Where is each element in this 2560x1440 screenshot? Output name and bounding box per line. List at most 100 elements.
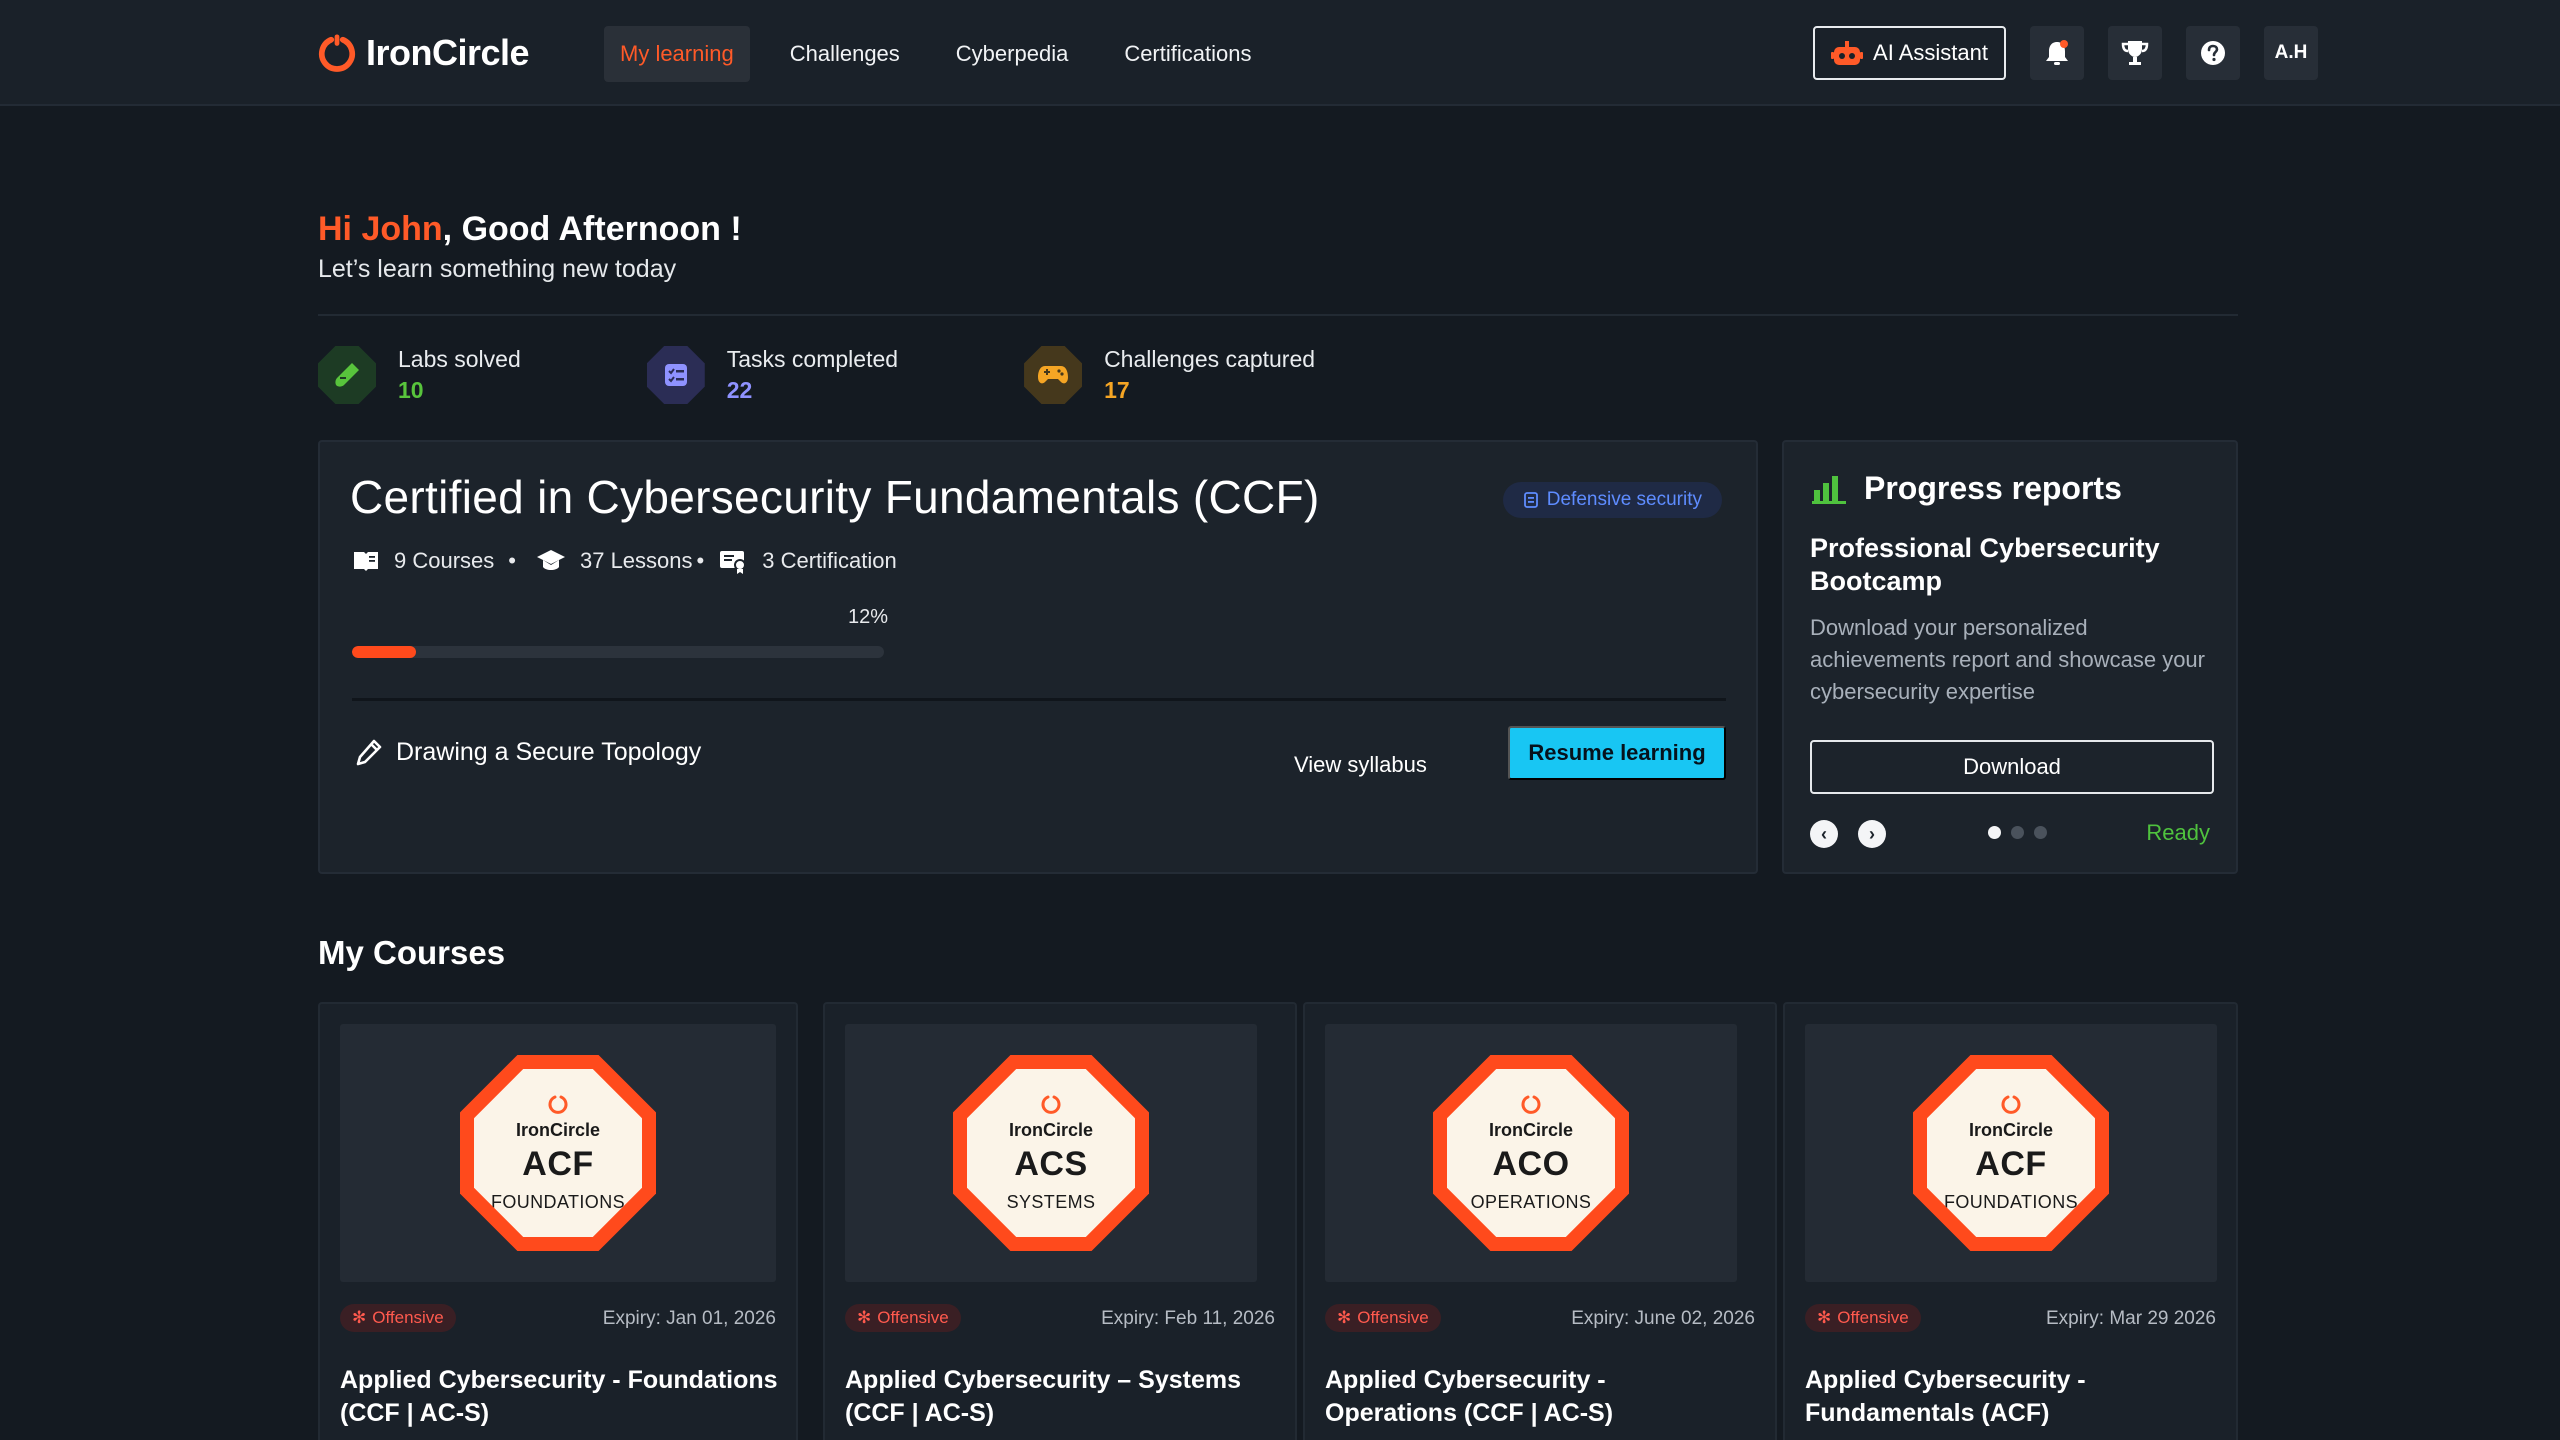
stat-value: 17: [1104, 377, 1130, 403]
course-thumbnail: IronCircle ACS SYSTEMS: [845, 1024, 1257, 1282]
help-button[interactable]: [2186, 26, 2240, 80]
flask-icon: [318, 346, 376, 404]
badge-code: ACF: [1975, 1144, 2047, 1183]
reports-subtitle: Professional Cybersecurity Bootcamp: [1810, 533, 2160, 596]
certification-count: 3 Certification: [762, 548, 897, 573]
report-status: Ready: [2146, 820, 2210, 845]
course-type-tag: ✻ Offensive: [845, 1304, 961, 1332]
course-name-line: Applied Cybersecurity - Foundations: [340, 1366, 778, 1394]
course-card[interactable]: IronCircle ACS SYSTEMS ✻ Offensive Expiry…: [823, 1002, 1297, 1440]
divider: [352, 698, 1726, 701]
course-name: Applied Cybersecurity - Foundations (CCF…: [340, 1364, 778, 1430]
user-avatar[interactable]: A.H: [2264, 26, 2318, 80]
carousel-dot[interactable]: [2034, 826, 2047, 839]
bug-icon: ✻: [1817, 1308, 1832, 1327]
nav-my-learning[interactable]: My learning: [604, 26, 750, 82]
badge-code: ACO: [1492, 1144, 1570, 1183]
notifications-button[interactable]: [2030, 26, 2084, 80]
separator-dot: •: [696, 548, 705, 573]
course-type-label: Offensive: [1837, 1308, 1909, 1327]
stat-value: 22: [726, 377, 753, 403]
course-thumbnail: IronCircle ACO OPERATIONS: [1325, 1024, 1737, 1282]
main-nav: My learning Challenges Cyberpedia Certif…: [604, 26, 1267, 82]
greeting: Hi John, Good Afternoon ! Let’s learn so…: [318, 210, 742, 284]
ai-assistant-label: AI Assistant: [1873, 40, 1988, 65]
nav-challenges[interactable]: Challenges: [774, 26, 916, 82]
ironcircle-logo-icon: [1521, 1095, 1541, 1114]
nav-certifications[interactable]: Certifications: [1108, 26, 1267, 82]
help-icon: [2201, 41, 2225, 65]
reports-header: Progress reports: [1812, 470, 2122, 507]
view-syllabus-link[interactable]: View syllabus: [1294, 739, 1427, 791]
course-count: 9 Courses: [394, 548, 495, 573]
stat-label: Tasks completed: [726, 346, 899, 372]
reports-title: Progress reports: [1864, 470, 2122, 506]
badge-brand: IronCircle: [1008, 1119, 1094, 1140]
bug-icon: ✻: [352, 1308, 367, 1327]
divider: [318, 314, 2238, 316]
brand-name: IronCircle: [366, 32, 530, 73]
lesson-count: 37 Lessons: [579, 548, 693, 573]
course-card[interactable]: IronCircle ACO OPERATIONS ✻ Offensive Exp…: [1303, 1002, 1777, 1440]
certification-badge: IronCircle ACS SYSTEMS: [953, 1055, 1149, 1251]
stat-labs-solved: Labs solved 10: [318, 346, 521, 404]
course-name-line: Operations (CCF | AC-S): [1325, 1399, 1614, 1427]
course-card[interactable]: IronCircle ACF FOUNDATIONS ✻ Offensive Ex…: [318, 1002, 798, 1440]
course-card[interactable]: IronCircle ACF FOUNDATIONS ✻ Offensive Ex…: [1783, 1002, 2238, 1440]
course-expiry: Expiry: Mar 29 2026: [2045, 1308, 2216, 1329]
achievements-button[interactable]: [2108, 26, 2162, 80]
badge-brand: IronCircle: [515, 1119, 601, 1140]
course-expiry: Expiry: Jan 01, 2026: [602, 1308, 776, 1329]
course-meta: 9 Courses • 37 Lessons • 3 Certification: [352, 548, 897, 574]
book-icon: [354, 552, 378, 571]
chevron-left-icon[interactable]: ‹: [1810, 820, 1838, 848]
course-type-label: Offensive: [877, 1308, 949, 1327]
course-type-tag: ✻ Offensive: [1805, 1304, 1921, 1332]
course-name-line: Applied Cybersecurity -: [1805, 1366, 2086, 1394]
carousel-dot[interactable]: [2011, 826, 2024, 839]
badge-code: ACF: [522, 1144, 594, 1183]
course-type-label: Offensive: [372, 1308, 444, 1327]
course-type-tag: ✻ Offensive: [340, 1304, 456, 1332]
pencil-icon: [356, 739, 382, 765]
stat-label: Labs solved: [398, 346, 521, 372]
badge-kind: SYSTEMS: [1006, 1191, 1096, 1212]
greeting-name: Hi John: [318, 210, 443, 248]
carousel-dot[interactable]: [1988, 826, 2001, 839]
current-lesson[interactable]: Drawing a Secure Topology: [354, 738, 701, 767]
certification-badge: IronCircle ACF FOUNDATIONS: [460, 1055, 656, 1251]
certification-badge: IronCircle ACF FOUNDATIONS: [1913, 1055, 2109, 1251]
stat-tasks-completed: Tasks completed 22: [646, 346, 899, 404]
course-expiry: Expiry: Feb 11, 2026: [1101, 1308, 1275, 1329]
nav-cyberpedia[interactable]: Cyberpedia: [940, 26, 1085, 82]
brand-logo[interactable]: IronCircle: [318, 32, 530, 74]
bar-chart-icon: [1812, 475, 1846, 504]
ironcircle-logo-icon: [548, 1095, 568, 1114]
ai-assistant-button[interactable]: AI Assistant: [1813, 26, 2006, 80]
carousel-dots: [1988, 826, 2047, 839]
separator-dot: •: [508, 548, 516, 573]
course-name: Applied Cybersecurity - Operations (CCF …: [1325, 1364, 1613, 1430]
chevron-right-icon[interactable]: ›: [1858, 820, 1886, 848]
bug-icon: ✻: [857, 1308, 872, 1327]
course-type-label: Offensive: [1357, 1308, 1429, 1327]
course-name-line: (CCF | AC-S): [340, 1399, 490, 1427]
resume-learning-button[interactable]: Resume learning: [1508, 726, 1726, 780]
badge-kind: FOUNDATIONS: [1943, 1191, 2079, 1212]
download-report-button[interactable]: Download: [1810, 740, 2214, 794]
certificate-icon: [720, 551, 747, 574]
ironcircle-logo-icon: [1041, 1095, 1061, 1114]
badge-code: ACS: [1014, 1144, 1088, 1183]
course-name-line: Fundamentals (ACF): [1805, 1399, 2050, 1427]
top-actions: AI Assistant A.H: [1813, 26, 2318, 80]
course-type-tag: ✻ Offensive: [1325, 1304, 1441, 1332]
course-name: Applied Cybersecurity – Systems (CCF | A…: [845, 1364, 1241, 1430]
course-name: Applied Cybersecurity - Fundamentals (AC…: [1805, 1364, 2086, 1430]
badge-kind: FOUNDATIONS: [490, 1191, 626, 1212]
stats-row: Labs solved 10 Tasks completed 22 Challe…: [318, 346, 1315, 404]
greeting-subtitle: Let’s learn something new today: [318, 255, 677, 283]
course-name-line: Applied Cybersecurity -: [1325, 1366, 1606, 1394]
badge-kind: OPERATIONS: [1470, 1191, 1592, 1212]
course-thumbnail: IronCircle ACF FOUNDATIONS: [1805, 1024, 2217, 1282]
course-expiry: Expiry: June 02, 2026: [1571, 1308, 1755, 1329]
